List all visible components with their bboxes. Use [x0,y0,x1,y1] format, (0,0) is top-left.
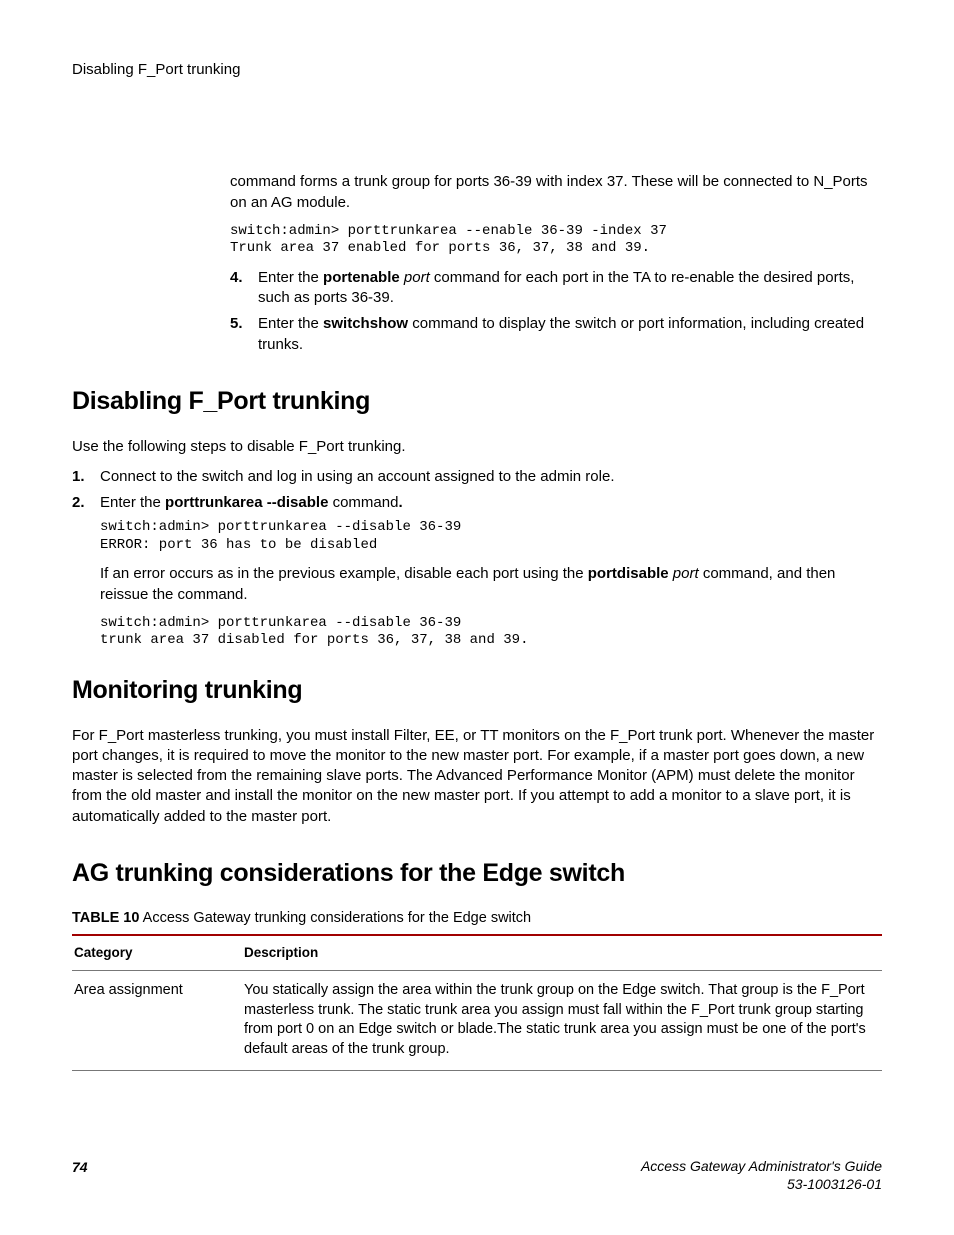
th-description: Description [242,935,882,971]
table-caption: TABLE 10 Access Gateway trunking conside… [72,909,882,929]
disable-step-2-text: Enter the porttrunkarea --disable comman… [100,494,403,511]
step-5: 5. Enter the switchshow command to displ… [230,314,882,355]
header-breadcrumb: Disabling F_Port trunking [72,60,882,80]
step-4-marker: 4. [230,268,243,288]
cell-description: You statically assign the area within th… [242,971,882,1070]
disable-step-2: 2. Enter the porttrunkarea --disable com… [72,493,882,650]
code-block-enable: switch:admin> porttrunkarea --enable 36-… [230,223,882,258]
code-block-disable-ok: switch:admin> porttrunkarea --disable 36… [100,615,882,650]
heading-disabling: Disabling F_Port trunking [72,385,882,419]
footer-doc-id: 53-1003126-01 [641,1176,882,1194]
step-4: 4. Enter the portenable port command for… [230,268,882,309]
disabling-intro: Use the following steps to disable F_Por… [72,437,882,457]
intro-paragraph: command forms a trunk group for ports 36… [230,172,882,213]
monitoring-paragraph: For F_Port masterless trunking, you must… [72,726,882,827]
step-5-marker: 5. [230,314,243,334]
th-category: Category [72,935,242,971]
page-footer: 74 Access Gateway Administrator's Guide … [72,1158,882,1193]
heading-ag: AG trunking considerations for the Edge … [72,857,882,891]
disable-step-1: 1. Connect to the switch and log in usin… [72,467,882,487]
disable-step-2-marker: 2. [72,493,85,513]
disable-error-note: If an error occurs as in the previous ex… [100,564,882,605]
trunking-table: Category Description Area assignment You… [72,934,882,1070]
cell-category: Area assignment [72,971,242,1070]
disable-step-1-text: Connect to the switch and log in using a… [100,468,615,485]
step-5-text: Enter the switchshow command to display … [258,315,864,352]
step-4-text: Enter the portenable port command for ea… [258,269,854,306]
heading-monitoring: Monitoring trunking [72,674,882,708]
footer-guide-title: Access Gateway Administrator's Guide [641,1158,882,1176]
code-block-disable-error: switch:admin> porttrunkarea --disable 36… [100,519,882,554]
disable-step-1-marker: 1. [72,467,85,487]
table-caption-label: TABLE 10 [72,910,139,926]
table-row: Area assignment You statically assign th… [72,971,882,1070]
footer-page-number: 74 [72,1158,88,1177]
table-caption-text: Access Gateway trunking considerations f… [139,910,531,926]
table-header-row: Category Description [72,935,882,971]
